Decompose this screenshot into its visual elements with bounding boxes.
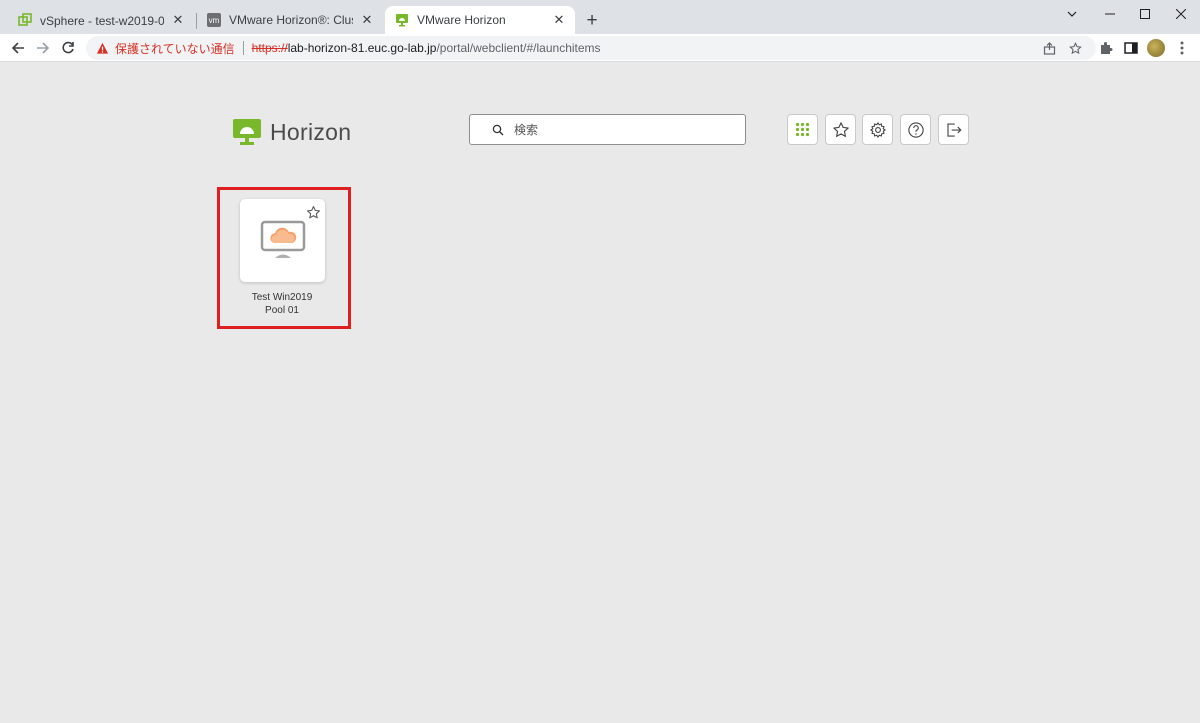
tab-horizon-console[interactable]: vm VMware Horizon®: Cluster-LAB-H ✕ <box>197 6 383 34</box>
vm-icon: vm <box>207 13 221 27</box>
warning-triangle-icon <box>96 42 109 54</box>
security-warning-text: 保護されていない通信 <box>115 41 235 56</box>
tab-close-icon[interactable]: ✕ <box>359 12 375 28</box>
reload-icon[interactable] <box>56 36 80 60</box>
tab-title: VMware Horizon®: Cluster-LAB-H <box>229 13 353 27</box>
tab-vmware-horizon[interactable]: VMware Horizon ✕ <box>385 6 575 34</box>
horizon-logo-icon <box>233 119 261 145</box>
forward-icon[interactable] <box>31 36 55 60</box>
tab-close-icon[interactable]: ✕ <box>170 12 186 28</box>
settings-button[interactable] <box>862 114 893 145</box>
vsphere-icon <box>18 13 32 27</box>
search-box[interactable] <box>469 114 746 145</box>
favorites-star-icon <box>832 121 849 137</box>
logout-button[interactable] <box>938 114 969 145</box>
help-button[interactable] <box>900 114 931 145</box>
launch-item-name[interactable]: Test Win2019 Pool 01 <box>234 291 330 317</box>
address-bar[interactable]: 保護されていない通信 https://lab-horizon-81.euc.go… <box>86 36 1096 60</box>
favorite-star-icon[interactable] <box>306 205 321 220</box>
new-tab-button[interactable]: + <box>580 9 604 33</box>
favorites-button[interactable] <box>825 114 856 145</box>
settings-gear-icon <box>869 121 886 138</box>
browser-toolbar: 保護されていない通信 https://lab-horizon-81.euc.go… <box>0 34 1200 62</box>
url-text[interactable]: https://lab-horizon-81.euc.go-lab.jp/por… <box>252 41 601 55</box>
logout-icon <box>946 122 962 137</box>
minimize-icon[interactable] <box>1091 0 1129 28</box>
tab-title: VMware Horizon <box>417 13 506 27</box>
launch-item-name-line2: Pool 01 <box>265 305 299 316</box>
profile-avatar[interactable] <box>1144 36 1168 60</box>
close-window-icon[interactable] <box>1162 0 1200 28</box>
tab-title: vSphere - test-w2019-01 - サマリ <box>40 13 164 28</box>
security-warning[interactable]: 保護されていない通信 <box>96 40 235 57</box>
share-icon[interactable] <box>1038 36 1060 60</box>
desktop-cloud-icon <box>260 220 305 258</box>
search-icon <box>492 124 504 135</box>
browser-menu-icon[interactable] <box>1170 36 1194 60</box>
horizon-icon <box>395 13 409 27</box>
horizon-logo-text: Horizon <box>270 118 352 145</box>
omnibox-divider <box>242 41 244 55</box>
horizon-logo: Horizon <box>232 117 351 147</box>
search-input[interactable] <box>514 122 734 137</box>
maximize-icon[interactable] <box>1126 0 1164 28</box>
back-icon[interactable] <box>6 36 30 60</box>
tab-vsphere[interactable]: vSphere - test-w2019-01 - サマリ ✕ <box>8 6 194 34</box>
extensions-icon[interactable] <box>1094 36 1118 60</box>
tab-search-icon[interactable] <box>1053 0 1091 28</box>
apps-grid-icon <box>795 122 810 137</box>
apps-grid-button[interactable] <box>787 114 818 145</box>
launch-item-name-line1: Test Win2019 <box>251 292 313 303</box>
help-icon <box>907 121 924 138</box>
tab-close-icon[interactable]: ✕ <box>551 12 567 28</box>
side-panel-icon[interactable] <box>1119 36 1143 60</box>
bookmark-star-icon[interactable] <box>1064 36 1086 60</box>
browser-tab-strip: vSphere - test-w2019-01 - サマリ ✕ vm VMwar… <box>0 0 1200 34</box>
